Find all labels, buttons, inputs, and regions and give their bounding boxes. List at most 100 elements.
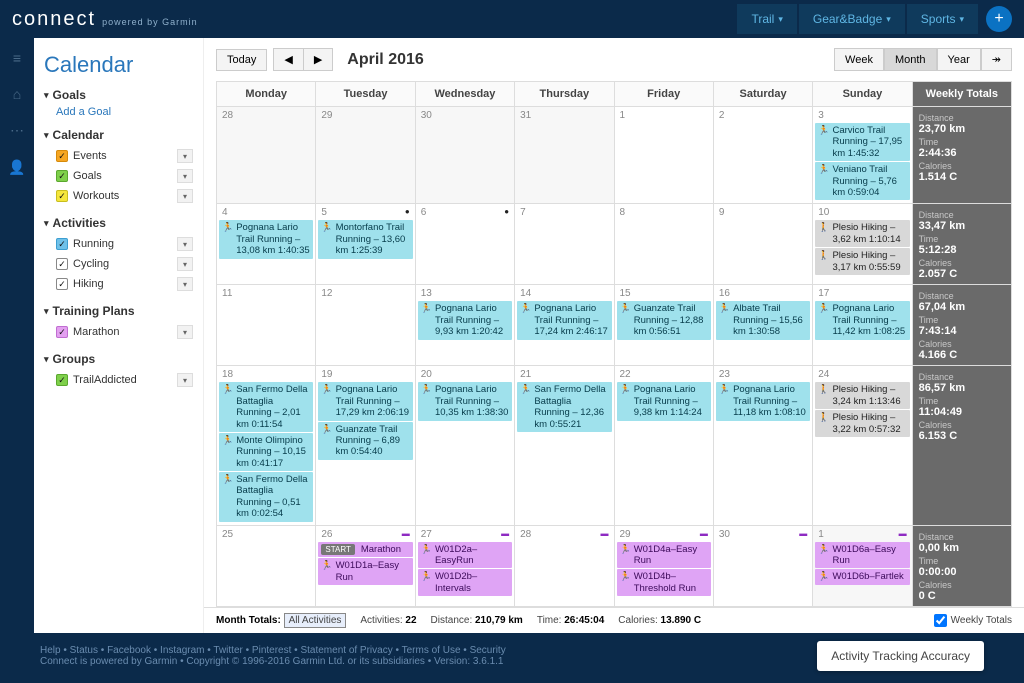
sidebar-item[interactable]: ✓Marathon▾ [44, 322, 193, 342]
calendar-day[interactable]: 21🏃San Fermo Della Battaglia Running – 1… [515, 366, 614, 525]
sort-icon[interactable]: ▾ [177, 277, 193, 291]
calendar-day[interactable]: 1 [614, 107, 713, 204]
checkbox-icon[interactable]: ✓ [56, 374, 68, 386]
tracking-accuracy-button[interactable]: Activity Tracking Accuracy [817, 641, 984, 671]
sidebar-calendar-heading[interactable]: Calendar [44, 128, 193, 142]
sort-icon[interactable]: ▾ [177, 257, 193, 271]
calendar-event[interactable]: 🏃San Fermo Della Battaglia Running – 2,0… [219, 382, 313, 432]
calendar-event[interactable]: 🏃Veniano Trail Running – 5,76 km 0:59:04 [815, 162, 909, 200]
menu-icon[interactable]: ≡ [13, 50, 21, 66]
view-week[interactable]: Week [834, 48, 884, 71]
calendar-day[interactable]: 18🏃San Fermo Della Battaglia Running – 2… [217, 366, 316, 525]
calendar-day[interactable]: 3🏃Carvico Trail Running – 17,95 km 1:45:… [813, 107, 912, 204]
sidebar-item[interactable]: ✓Workouts▾ [44, 186, 193, 206]
calendar-event[interactable]: 🚶Plesio Hiking – 3,62 km 1:10:14 [815, 220, 909, 247]
calendar-event[interactable]: 🏃San Fermo Della Battaglia Running – 0,5… [219, 472, 313, 522]
sidebar-item[interactable]: ✓Running▾ [44, 234, 193, 254]
sort-icon[interactable]: ▾ [177, 237, 193, 251]
sidebar-training-heading[interactable]: Training Plans [44, 304, 193, 318]
checkbox-icon[interactable]: ✓ [56, 278, 68, 290]
next-button[interactable]: ▶ [303, 48, 333, 71]
calendar-day[interactable]: 4🏃Pognana Lario Trail Running – 13,08 km… [217, 204, 316, 285]
calendar-event[interactable]: 🏃Pognana Lario Trail Running – 17,29 km … [318, 382, 412, 420]
calendar-event[interactable]: 🏃Pognana Lario Trail Running – 11,18 km … [716, 382, 810, 420]
calendar-day[interactable]: 12 [316, 285, 415, 366]
sidebar-item[interactable]: ✓TrailAddicted▾ [44, 370, 193, 390]
calendar-event[interactable]: 🏃Carvico Trail Running – 17,95 km 1:45:3… [815, 123, 909, 161]
view-month[interactable]: Month [884, 48, 937, 71]
checkbox-icon[interactable]: ✓ [56, 326, 68, 338]
calendar-day[interactable]: 28 [217, 107, 316, 204]
sidebar-groups-heading[interactable]: Groups [44, 352, 193, 366]
inbox-icon[interactable]: ⌂ [13, 86, 21, 102]
calendar-event[interactable]: 🏃Pognana Lario Trail Running – 11,42 km … [815, 301, 909, 339]
calendar-day[interactable]: 11 [217, 285, 316, 366]
add-button[interactable]: + [986, 6, 1012, 32]
calendar-event[interactable]: 🏃Pognana Lario Trail Running – 9,38 km 1… [617, 382, 711, 420]
calendar-day[interactable]: 6 [415, 204, 514, 285]
calendar-day[interactable]: 26▬STARTMarathon🏃W01D1a–Easy Run [316, 525, 415, 606]
calendar-day[interactable]: 15🏃Guanzate Trail Running – 12,88 km 0:5… [614, 285, 713, 366]
export-icon[interactable]: ↠ [981, 48, 1012, 71]
calendar-day[interactable]: 23🏃Pognana Lario Trail Running – 11,18 k… [713, 366, 812, 525]
calendar-day[interactable]: 8 [614, 204, 713, 285]
calendar-event[interactable]: 🏃Montorfano Trail Running – 13,60 km 1:2… [318, 220, 412, 258]
calendar-event[interactable]: 🏃Albate Trail Running – 15,56 km 1:30:58 [716, 301, 810, 339]
calendar-event[interactable]: 🚶Plesio Hiking – 3,24 km 1:13:46 [815, 382, 909, 409]
calendar-day[interactable]: 2 [713, 107, 812, 204]
calendar-event[interactable]: 🏃W01D4a–Easy Run [617, 542, 711, 569]
calendar-event[interactable]: 🏃W01D4b–Threshold Run [617, 569, 711, 596]
footer-link[interactable]: Facebook [107, 645, 151, 656]
calendar-day[interactable]: 10🚶Plesio Hiking – 3,62 km 1:10:14🚶Plesi… [813, 204, 912, 285]
sidebar-item[interactable]: ✓Cycling▾ [44, 254, 193, 274]
checkbox-icon[interactable]: ✓ [56, 190, 68, 202]
calendar-day[interactable]: 13🏃Pognana Lario Trail Running – 9,93 km… [415, 285, 514, 366]
calendar-day[interactable]: 29▬🏃W01D4a–Easy Run🏃W01D4b–Threshold Run [614, 525, 713, 606]
profile-icon[interactable]: 👤 [8, 159, 25, 176]
calendar-event[interactable]: 🏃Pognana Lario Trail Running – 13,08 km … [219, 220, 313, 258]
calendar-event[interactable]: 🚶Plesio Hiking – 3,22 km 0:57:32 [815, 410, 909, 437]
checkbox-icon[interactable]: ✓ [56, 150, 68, 162]
footer-link[interactable]: Instagram [160, 645, 204, 656]
calendar-event[interactable]: 🏃W01D1a–Easy Run [318, 558, 412, 585]
checkbox-icon[interactable]: ✓ [56, 258, 68, 270]
calendar-day[interactable]: 19🏃Pognana Lario Trail Running – 17,29 k… [316, 366, 415, 525]
prev-button[interactable]: ◀ [273, 48, 302, 71]
add-goal-link[interactable]: Add a Goal [44, 106, 111, 118]
calendar-day[interactable]: 20🏃Pognana Lario Trail Running – 10,35 k… [415, 366, 514, 525]
footer-link[interactable]: Terms of Use [402, 645, 461, 656]
calendar-event[interactable]: 🏃Monte Olimpino Running – 10,15 km 0:41:… [219, 433, 313, 471]
calendar-day[interactable]: 30 [415, 107, 514, 204]
calendar-event[interactable]: 🏃W01D2a–EasyRun [418, 542, 512, 569]
footer-link[interactable]: Twitter [213, 645, 242, 656]
activity-icon[interactable]: ⋯ [10, 122, 24, 139]
calendar-day[interactable]: 9 [713, 204, 812, 285]
calendar-day[interactable]: 25 [217, 525, 316, 606]
sidebar-activities-heading[interactable]: Activities [44, 216, 193, 230]
calendar-day[interactable]: 22🏃Pognana Lario Trail Running – 9,38 km… [614, 366, 713, 525]
calendar-day[interactable]: 16🏃Albate Trail Running – 15,56 km 1:30:… [713, 285, 812, 366]
nav-sports[interactable]: Sports▾ [907, 4, 978, 34]
calendar-day[interactable]: 29 [316, 107, 415, 204]
calendar-day[interactable]: 27▬🏃W01D2a–EasyRun🏃W01D2b–Intervals [415, 525, 514, 606]
calendar-event[interactable]: 🏃W01D6a–Easy Run [815, 542, 909, 569]
calendar-day[interactable]: 28▬ [515, 525, 614, 606]
calendar-day[interactable]: 7 [515, 204, 614, 285]
calendar-event[interactable]: 🏃W01D2b–Intervals [418, 569, 512, 596]
footer-link[interactable]: Security [470, 645, 506, 656]
sort-icon[interactable]: ▾ [177, 189, 193, 203]
sidebar-item[interactable]: ✓Events▾ [44, 146, 193, 166]
calendar-event[interactable]: 🏃Guanzate Trail Running – 12,88 km 0:56:… [617, 301, 711, 339]
calendar-day[interactable]: 17🏃Pognana Lario Trail Running – 11,42 k… [813, 285, 912, 366]
calendar-day[interactable]: 31 [515, 107, 614, 204]
sidebar-item[interactable]: ✓Hiking▾ [44, 274, 193, 294]
calendar-day[interactable]: 14🏃Pognana Lario Trail Running – 17,24 k… [515, 285, 614, 366]
calendar-event[interactable]: 🏃Guanzate Trail Running – 6,89 km 0:54:4… [318, 422, 412, 460]
sort-icon[interactable]: ▾ [177, 373, 193, 387]
sort-icon[interactable]: ▾ [177, 325, 193, 339]
weekly-totals-toggle[interactable]: Weekly Totals [934, 614, 1012, 627]
calendar-event[interactable]: 🏃Pognana Lario Trail Running – 9,93 km 1… [418, 301, 512, 339]
checkbox-icon[interactable]: ✓ [56, 238, 68, 250]
nav-gear-badge[interactable]: Gear&Badge▾ [799, 4, 905, 34]
calendar-event[interactable]: 🏃San Fermo Della Battaglia Running – 12,… [517, 382, 611, 432]
